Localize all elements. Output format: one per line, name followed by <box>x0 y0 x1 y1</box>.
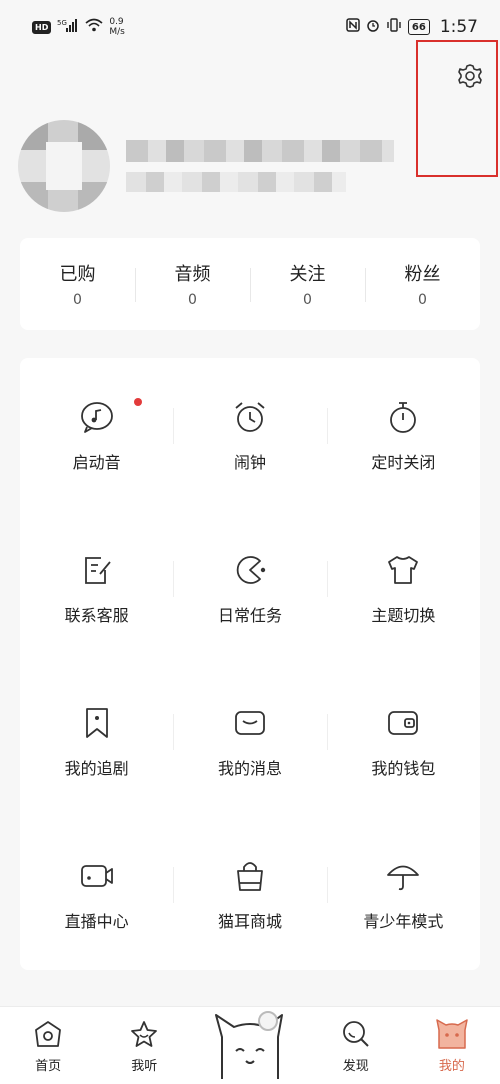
stat-label: 已购 <box>59 264 96 285</box>
nav-home[interactable]: 首页 <box>0 1007 96 1074</box>
stat-label: 关注 <box>289 264 326 285</box>
menu-label: 我的追剧 <box>64 758 129 778</box>
menu-my-wallet[interactable]: 我的钱包 <box>326 664 480 817</box>
stat-value: 0 <box>418 292 427 308</box>
message-icon <box>230 703 270 743</box>
signal-icon: 5G <box>57 18 79 36</box>
stat-fans[interactable]: 粉丝 0 <box>365 238 480 330</box>
stat-value: 0 <box>303 292 312 308</box>
menu-daily-tasks[interactable]: 日常任务 <box>173 511 326 664</box>
nav-label: 首页 <box>35 1059 62 1074</box>
menu-sleep-timer[interactable]: 定时关闭 <box>326 358 480 511</box>
search-icon <box>339 1017 373 1051</box>
menu-my-messages[interactable]: 我的消息 <box>173 664 326 817</box>
menu-label: 闹钟 <box>233 452 266 472</box>
stat-purchased[interactable]: 已购 0 <box>20 238 135 330</box>
speed-value: 0.9 <box>109 17 124 27</box>
alarm-status-icon <box>366 18 380 36</box>
battery-indicator: 66 <box>407 19 430 35</box>
speed-unit: M/s <box>109 27 125 37</box>
stat-following[interactable]: 关注 0 <box>250 238 365 330</box>
bookmark-icon <box>77 703 117 743</box>
svg-text:5G: 5G <box>57 19 67 27</box>
menu-label: 启动音 <box>72 452 121 472</box>
username-blurred[interactable] <box>126 140 394 162</box>
nav-label: 我听 <box>131 1059 158 1074</box>
stat-label: 音频 <box>174 264 211 285</box>
nav-mine[interactable]: 我的 <box>404 1007 500 1074</box>
status-left: HD 5G 0.9 M/s <box>32 17 125 37</box>
menu-label: 日常任务 <box>217 605 282 625</box>
shopping-bag-icon <box>230 856 270 896</box>
gear-icon <box>456 62 484 94</box>
nav-label: 发现 <box>342 1059 369 1074</box>
nav-label: 我的 <box>438 1059 465 1074</box>
nav-listen[interactable]: 我听 <box>96 1007 192 1074</box>
nfc-icon <box>346 18 360 36</box>
menu-label: 联系客服 <box>64 605 129 625</box>
user-subtitle-blurred <box>126 172 346 192</box>
home-icon <box>31 1017 65 1051</box>
bottom-nav: 首页 我听 发现 我的 <box>0 1006 500 1084</box>
hd-badge: HD <box>32 20 52 34</box>
menu-label: 我的消息 <box>217 758 282 778</box>
stat-label: 粉丝 <box>404 264 441 285</box>
pacman-icon <box>230 550 270 590</box>
menu-label: 猫耳商城 <box>217 911 282 931</box>
cat-face-icon <box>435 1017 469 1051</box>
nav-center-cat[interactable] <box>192 1007 307 1083</box>
umbrella-icon <box>383 856 423 896</box>
music-bubble-icon <box>77 397 117 437</box>
stat-audio[interactable]: 音频 0 <box>135 238 250 330</box>
menu-teen-mode[interactable]: 青少年模式 <box>326 817 480 970</box>
stopwatch-icon <box>383 397 423 437</box>
stats-card: 已购 0 音频 0 关注 0 粉丝 0 <box>20 238 480 330</box>
status-right: 66 1:57 <box>346 17 478 37</box>
menu-label: 主题切换 <box>371 605 436 625</box>
stat-value: 0 <box>73 292 82 308</box>
network-speed: 0.9 M/s <box>109 17 125 37</box>
menu-my-drama[interactable]: 我的追剧 <box>20 664 173 817</box>
menu-startup-sound[interactable]: 启动音 <box>20 358 173 511</box>
wifi-icon <box>85 18 103 36</box>
menu-grid: 启动音 闹钟 定时关闭 联系客服 日常任务 主题切换 我的追剧 我的消息 我的钱… <box>20 358 480 970</box>
status-time: 1:57 <box>439 17 478 37</box>
menu-customer-service[interactable]: 联系客服 <box>20 511 173 664</box>
menu-label: 直播中心 <box>64 911 129 931</box>
menu-theme-switch[interactable]: 主题切换 <box>326 511 480 664</box>
star-icon <box>127 1017 161 1051</box>
alarm-clock-icon <box>230 397 270 437</box>
settings-button[interactable] <box>452 60 488 96</box>
nav-discover[interactable]: 发现 <box>308 1007 404 1074</box>
edit-note-icon <box>77 550 117 590</box>
cat-mascot-icon <box>210 1007 290 1083</box>
menu-label: 定时关闭 <box>371 452 436 472</box>
wallet-icon <box>383 703 423 743</box>
menu-label: 我的钱包 <box>371 758 436 778</box>
vibrate-icon <box>386 18 402 36</box>
new-badge <box>134 398 142 406</box>
avatar[interactable] <box>18 120 110 212</box>
menu-live-center[interactable]: 直播中心 <box>20 817 173 970</box>
menu-label: 青少年模式 <box>363 911 444 931</box>
menu-maoer-mall[interactable]: 猫耳商城 <box>173 817 326 970</box>
stat-value: 0 <box>188 292 197 308</box>
video-camera-icon <box>77 856 117 896</box>
tshirt-icon <box>383 550 423 590</box>
menu-alarm[interactable]: 闹钟 <box>173 358 326 511</box>
